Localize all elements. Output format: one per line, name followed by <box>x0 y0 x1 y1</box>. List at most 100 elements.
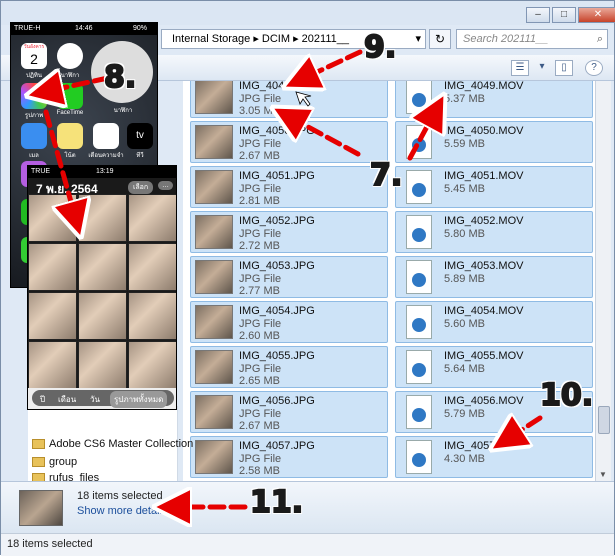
photo-cell[interactable] <box>28 243 77 291</box>
file-size: 5.59 MB <box>444 138 485 150</box>
mov-file-icon <box>406 350 432 384</box>
minimize-button[interactable]: – <box>526 7 550 23</box>
file-tile[interactable]: IMG_4055.JPG JPG File 2.65 MB <box>190 346 388 388</box>
file-tile[interactable]: IMG_4051.MOV 5.45 MB <box>395 166 593 208</box>
file-tile[interactable]: IMG_4052.MOV 5.80 MB <box>395 211 593 253</box>
selection-thumbnail <box>19 490 63 526</box>
photo-cell[interactable] <box>128 194 176 242</box>
file-name: IMG_4054.MOV <box>444 305 524 317</box>
show-more-details-link[interactable]: Show more details... <box>77 505 177 517</box>
file-name: IMG_4057.JPG <box>239 440 315 452</box>
segment-day[interactable]: วัน <box>90 393 100 406</box>
file-tile[interactable]: IMG_4051.JPG JPG File 2.81 MB <box>190 166 388 208</box>
photo-cell[interactable] <box>78 243 127 291</box>
app-label: นาฬิกา <box>113 108 133 114</box>
nav-folder-group[interactable]: group <box>32 456 77 468</box>
file-tile[interactable]: IMG_4049.JPG JPG File 3.05 MB <box>190 81 388 118</box>
segment-month[interactable]: เดือน <box>58 393 76 406</box>
segment-year[interactable]: ปี <box>40 393 45 406</box>
file-tile[interactable]: IMG_4050.MOV 5.59 MB <box>395 121 593 163</box>
status-bar: 18 items selected <box>1 533 614 556</box>
address-part-2[interactable]: DCIM <box>262 33 290 45</box>
breadcrumb-chevron-icon: ▸ <box>293 33 302 45</box>
tv-app-icon[interactable]: tv <box>127 123 153 149</box>
view-options-icon[interactable]: ☰ <box>511 60 529 76</box>
file-tile[interactable]: IMG_4054.MOV 5.60 MB <box>395 301 593 343</box>
jpg-thumbnail <box>195 170 233 204</box>
jpg-thumbnail <box>195 215 233 249</box>
help-icon[interactable]: ? <box>585 60 603 76</box>
jpg-thumbnail <box>195 350 233 384</box>
file-tile[interactable]: IMG_4057.MOV 4.30 MB <box>395 436 593 478</box>
file-tile[interactable]: IMG_4053.JPG JPG File 2.77 MB <box>190 256 388 298</box>
file-type: JPG File <box>239 453 282 465</box>
photo-cell[interactable] <box>28 292 77 340</box>
clock-app-icon[interactable] <box>57 43 83 69</box>
notes-app-icon[interactable] <box>57 123 83 149</box>
chevron-down-icon[interactable]: ▾ <box>533 60 551 76</box>
address-part-1[interactable]: Internal Storage <box>172 33 250 45</box>
photo-cell[interactable] <box>128 243 176 291</box>
photo-cell[interactable] <box>78 194 127 242</box>
file-tile[interactable]: IMG_4049.MOV 5.37 MB <box>395 81 593 118</box>
file-size: 5.37 MB <box>444 93 485 105</box>
file-tile[interactable]: IMG_4057.JPG JPG File 2.58 MB <box>190 436 388 478</box>
breadcrumb-chevron-icon: ▸ <box>253 33 262 45</box>
phone-time: 13:19 <box>96 168 114 175</box>
photo-cell[interactable] <box>128 341 176 389</box>
photo-cell[interactable] <box>128 292 176 340</box>
maximize-button[interactable]: □ <box>552 7 576 23</box>
scrollbar-thumb[interactable] <box>598 406 610 434</box>
photo-cell[interactable] <box>78 292 127 340</box>
file-size: 2.77 MB <box>239 285 280 297</box>
search-input[interactable]: Search 202111__ ⌕ <box>456 29 608 49</box>
phone-time: 14:46 <box>75 25 93 32</box>
mov-file-icon <box>406 395 432 429</box>
facetime-app-icon[interactable] <box>57 83 83 109</box>
calendar-app-icon[interactable]: วันอังคาร 2 <box>21 43 47 69</box>
preview-pane-icon[interactable]: ▯ <box>555 60 573 76</box>
file-type: JPG File <box>239 138 282 150</box>
file-size: 2.65 MB <box>239 375 280 387</box>
file-tile[interactable]: IMG_4052.JPG JPG File 2.72 MB <box>190 211 388 253</box>
mov-file-icon <box>406 305 432 339</box>
address-part-3[interactable]: 202111__ <box>302 33 349 45</box>
file-type: JPG File <box>239 183 282 195</box>
navigation-pane: Adobe CS6 Master Collection group rufus_… <box>28 406 193 484</box>
file-size: 2.60 MB <box>239 330 280 342</box>
file-type: JPG File <box>239 318 282 330</box>
reminders-app-icon[interactable] <box>93 123 119 149</box>
jpg-thumbnail <box>195 440 233 474</box>
step-label-11: 11. <box>249 484 304 521</box>
close-button[interactable]: ✕ <box>578 7 615 23</box>
more-icon[interactable]: … <box>158 181 173 190</box>
carrier-label: TRUE <box>31 168 51 175</box>
app-label: เมล <box>29 153 39 159</box>
file-name: IMG_4056.MOV <box>444 395 524 407</box>
photo-cell[interactable] <box>28 341 77 389</box>
phone-status-bar: TRUE-H 14:46 90% <box>11 23 157 35</box>
jpg-thumbnail <box>195 125 233 159</box>
photos-app-icon[interactable] <box>21 83 47 109</box>
mov-file-icon <box>406 125 432 159</box>
file-tile[interactable]: IMG_4050.JPG JPG File 2.67 MB <box>190 121 388 163</box>
photos-segment-control: ปี เดือน วัน รูปภาพทั้งหมด <box>32 390 174 408</box>
file-name: IMG_4051.MOV <box>444 170 524 182</box>
file-tile[interactable]: IMG_4054.JPG JPG File 2.60 MB <box>190 301 388 343</box>
step-label-9: 9. <box>363 29 397 66</box>
photo-cell[interactable] <box>78 341 127 389</box>
photo-cell[interactable] <box>28 194 77 242</box>
jpg-thumbnail <box>195 305 233 339</box>
mail-app-icon[interactable] <box>21 123 47 149</box>
file-tile[interactable]: IMG_4053.MOV 5.89 MB <box>395 256 593 298</box>
vertical-scrollbar[interactable]: ▼ <box>595 81 611 481</box>
chevron-down-icon[interactable]: ▾ <box>415 30 421 48</box>
segment-all-photos[interactable]: รูปภาพทั้งหมด <box>110 391 168 408</box>
nav-folder-adobe[interactable]: Adobe CS6 Master Collection <box>32 438 193 450</box>
file-size: 5.45 MB <box>444 183 485 195</box>
file-name: IMG_4052.JPG <box>239 215 315 227</box>
select-button[interactable]: เลือก <box>128 181 154 194</box>
file-tile[interactable]: IMG_4056.JPG JPG File 2.67 MB <box>190 391 388 433</box>
scroll-down-icon[interactable]: ▼ <box>599 470 607 479</box>
refresh-button[interactable]: ↻ <box>429 29 451 49</box>
